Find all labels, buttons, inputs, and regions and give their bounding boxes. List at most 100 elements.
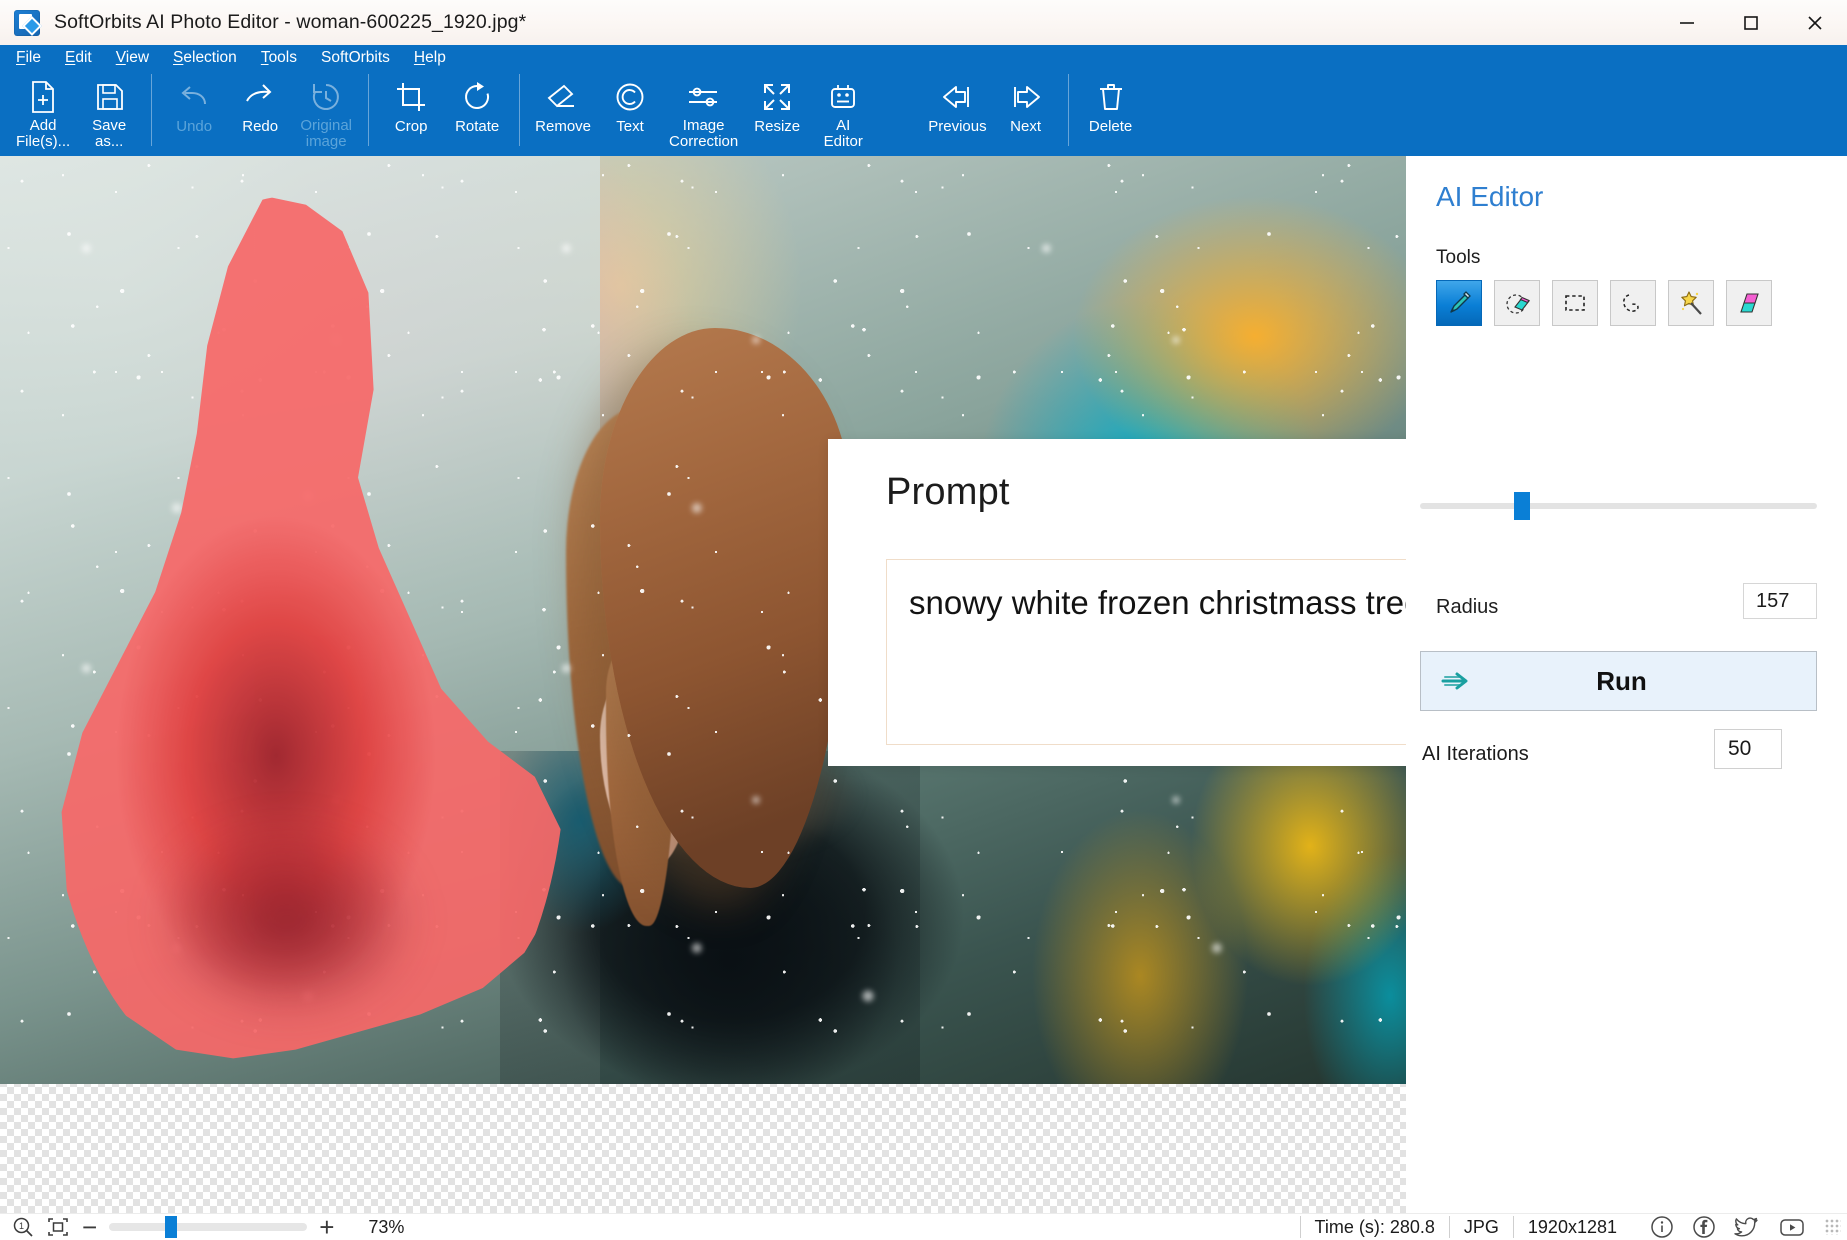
undo-icon bbox=[177, 76, 211, 118]
copyright-text-icon bbox=[615, 76, 645, 118]
toolbar-label: AI Editor bbox=[823, 117, 863, 150]
toolbar-add-files-button[interactable]: Add File(s)... bbox=[10, 70, 76, 150]
arrow-left-icon bbox=[940, 76, 974, 118]
radius-value-field[interactable]: 157 bbox=[1743, 583, 1817, 619]
tool-palette bbox=[1436, 280, 1772, 326]
ai-iterations-field[interactable]: 50 bbox=[1714, 729, 1782, 769]
radius-slider-thumb[interactable] bbox=[1514, 492, 1530, 520]
toolbar-text-button[interactable]: Text bbox=[597, 70, 663, 150]
zoom-percent-label: 73% bbox=[368, 1216, 405, 1237]
tool-brush[interactable] bbox=[1436, 280, 1482, 326]
radius-slider[interactable] bbox=[1420, 492, 1817, 520]
menu-item-tools[interactable]: Tools bbox=[261, 49, 297, 67]
menu-item-help[interactable]: Help bbox=[414, 49, 446, 67]
toolbar-label: Save as... bbox=[92, 117, 127, 150]
gradient-shape-icon bbox=[1740, 293, 1759, 313]
toolbar-next-button[interactable]: Next bbox=[993, 70, 1059, 150]
toolbar-remove-button[interactable]: Remove bbox=[529, 70, 597, 150]
toolbar-label: Resize bbox=[754, 118, 801, 135]
toolbar-label: Undo bbox=[176, 118, 213, 135]
toolbar-image-correction-button[interactable]: Image Correction bbox=[663, 70, 744, 150]
toolbar-save-as-button[interactable]: Save as... bbox=[76, 70, 142, 150]
minimize-icon[interactable] bbox=[1655, 0, 1719, 45]
status-right-group: Time (s): 280.8 JPG 1920x1281 bbox=[1299, 1214, 1847, 1240]
toolbar-resize-button[interactable]: Resize bbox=[744, 70, 810, 150]
rotate-cw-icon bbox=[462, 76, 492, 118]
mask-eraser-icon bbox=[1506, 294, 1530, 314]
magic-wand-icon bbox=[1681, 291, 1702, 315]
title-bar: SoftOrbits AI Photo Editor - woman-60022… bbox=[0, 0, 1847, 45]
crop-icon bbox=[396, 76, 426, 118]
save-icon bbox=[94, 76, 124, 117]
toolbar-label: Image Correction bbox=[669, 117, 739, 150]
status-dimensions: 1920x1281 bbox=[1512, 1216, 1631, 1238]
status-time: Time (s): 280.8 bbox=[1299, 1216, 1449, 1238]
toolbar-label: Crop bbox=[394, 118, 428, 135]
menu-item-softorbits[interactable]: SoftOrbits bbox=[321, 49, 390, 67]
tool-gradient-fill[interactable] bbox=[1726, 280, 1772, 326]
eraser-icon bbox=[546, 76, 580, 118]
zoom-out-button[interactable]: − bbox=[82, 1214, 97, 1240]
toolbar-label: Text bbox=[616, 118, 644, 135]
menu-item-edit[interactable]: Edit bbox=[65, 49, 92, 67]
youtube-icon[interactable] bbox=[1778, 1215, 1806, 1239]
close-icon[interactable] bbox=[1783, 0, 1847, 45]
toolbar-ai-editor-button[interactable]: AI Editor bbox=[810, 70, 876, 150]
ai-robot-icon bbox=[827, 76, 859, 117]
toolbar-label: Delete bbox=[1088, 118, 1133, 135]
maximize-icon[interactable] bbox=[1719, 0, 1783, 45]
menu-item-selection[interactable]: Selection bbox=[173, 49, 237, 67]
fit-to-window-icon[interactable] bbox=[46, 1216, 70, 1238]
marquee-rect-icon bbox=[1565, 295, 1585, 311]
tool-rectangle-select[interactable] bbox=[1552, 280, 1598, 326]
status-social-links bbox=[1631, 1215, 1815, 1239]
run-button[interactable]: Run bbox=[1420, 651, 1817, 711]
radius-slider-track bbox=[1420, 503, 1817, 509]
facebook-icon[interactable] bbox=[1692, 1215, 1716, 1239]
run-button-label: Run bbox=[1596, 665, 1647, 696]
tool-lasso-select[interactable] bbox=[1610, 280, 1656, 326]
resize-arrows-icon bbox=[762, 76, 792, 118]
prompt-title: Prompt bbox=[886, 471, 1010, 513]
toolbar-label: Redo bbox=[242, 118, 279, 135]
trash-icon bbox=[1097, 76, 1125, 118]
application-window: SoftOrbits AI Photo Editor - woman-60022… bbox=[0, 0, 1847, 1240]
main-toolbar: Add File(s)... Save as... Undo Redo Orig… bbox=[0, 70, 1847, 156]
toolbar-label: Add File(s)... bbox=[16, 117, 71, 150]
radius-label: Radius bbox=[1436, 596, 1499, 618]
tool-mask-eraser[interactable] bbox=[1494, 280, 1540, 326]
toolbar-label: Remove bbox=[535, 118, 592, 135]
tools-label: Tools bbox=[1436, 247, 1481, 268]
toolbar-undo-button[interactable]: Undo bbox=[161, 70, 227, 150]
arrow-right-icon bbox=[1009, 76, 1043, 118]
brush-mask-core bbox=[122, 796, 452, 1046]
toolbar-label: Next bbox=[1010, 118, 1042, 135]
toolbar-redo-button[interactable]: Redo bbox=[227, 70, 293, 150]
add-file-icon bbox=[28, 76, 58, 117]
toolbar-rotate-button[interactable]: Rotate bbox=[444, 70, 510, 150]
status-bar: 1 − + 73% Time (s): 280.8 JPG 1920x1281 bbox=[0, 1213, 1847, 1240]
zoom-one-to-one-icon[interactable]: 1 bbox=[12, 1216, 34, 1238]
toolbar-label: Original image bbox=[300, 117, 353, 150]
status-format: JPG bbox=[1448, 1216, 1513, 1238]
info-icon[interactable] bbox=[1650, 1215, 1674, 1239]
lasso-icon bbox=[1623, 294, 1639, 312]
toolbar-previous-button[interactable]: Previous bbox=[922, 70, 992, 150]
toolbar-delete-button[interactable]: Delete bbox=[1078, 70, 1144, 150]
run-arrow-icon bbox=[1441, 670, 1475, 692]
toolbar-original-image-button[interactable]: Original image bbox=[293, 70, 359, 150]
toolbar-crop-button[interactable]: Crop bbox=[378, 70, 444, 150]
resize-grip[interactable] bbox=[1825, 1219, 1841, 1235]
menu-item-file[interactable]: File bbox=[16, 49, 41, 67]
zoom-slider-thumb[interactable] bbox=[165, 1216, 178, 1238]
menu-bar: File Edit View Selection Tools SoftOrbit… bbox=[0, 45, 1847, 70]
brush-icon bbox=[1450, 291, 1471, 313]
zoom-slider[interactable] bbox=[109, 1216, 308, 1238]
zoom-in-button[interactable]: + bbox=[319, 1214, 334, 1240]
tool-magic-wand[interactable] bbox=[1668, 280, 1714, 326]
toolbar-separator bbox=[519, 74, 521, 146]
twitter-icon[interactable] bbox=[1734, 1215, 1760, 1239]
history-clock-icon bbox=[310, 76, 342, 117]
panel-title: AI Editor bbox=[1436, 181, 1544, 212]
menu-item-view[interactable]: View bbox=[116, 49, 149, 67]
